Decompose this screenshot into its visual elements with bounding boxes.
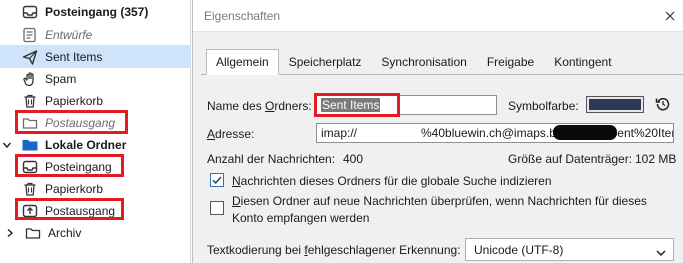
folder-label: Posteingang [45, 159, 112, 174]
folder-item-trash[interactable]: Papierkorb [0, 89, 191, 112]
checkmark-icon [212, 176, 222, 185]
folder-item-sent[interactable]: Sent Items [0, 45, 191, 68]
folder-label: Postausgang [45, 115, 116, 130]
dialog-title: Eigenschaften [204, 9, 281, 23]
folder-item-spam[interactable]: Spam [0, 67, 191, 90]
properties-dialog: Eigenschaften Allgemein Speicherplatz Sy… [192, 0, 683, 263]
folder-item-inbox[interactable]: Posteingang (357) [0, 0, 191, 23]
folder-label: Archiv [48, 225, 82, 240]
inbox-icon [22, 159, 38, 175]
folder-icon [25, 225, 41, 241]
folder-item-local-trash[interactable]: Papierkorb [0, 177, 191, 200]
disk-size-label: Größe auf Datenträger: [508, 152, 633, 166]
tab-general[interactable]: Allgemein [206, 49, 279, 75]
folder-label: Papierkorb [45, 93, 104, 108]
address-field[interactable]: imap://%40bluewin.ch@imaps.bluewin.ch/Se… [316, 123, 674, 143]
close-button[interactable] [659, 6, 681, 26]
encoding-select[interactable]: Unicode (UTF-8) [465, 238, 674, 261]
folder-item-outbox[interactable]: Postausgang [0, 111, 191, 134]
tab-sharing[interactable]: Freigabe [477, 49, 544, 75]
address-label: Adresse: [207, 127, 255, 141]
dialog-titlebar: Eigenschaften [193, 0, 683, 32]
folder-item-local-outbox[interactable]: Postausgang [0, 199, 191, 222]
color-swatch-fill [589, 99, 641, 110]
global-search-label[interactable]: Nachrichten dieses Ordners für die globa… [232, 174, 552, 188]
redaction-mark [553, 125, 617, 140]
encoding-label: Textkodierung bei fehlgeschlagener Erken… [207, 243, 461, 257]
folder-label: Sent Items [45, 49, 103, 64]
drafts-icon [22, 27, 38, 43]
chevron-right-icon[interactable] [4, 227, 16, 239]
outbox-icon [22, 203, 38, 219]
folder-name-input[interactable]: Sent Items [316, 95, 497, 115]
chevron-down-icon[interactable] [1, 139, 13, 151]
folder-name-label: Name des Ordners: [207, 99, 312, 113]
spam-icon [22, 71, 38, 87]
check-new-messages-label-line2: Konto empfangen werden [232, 211, 370, 225]
folder-icon [22, 115, 38, 131]
folder-pane: Posteingang (357) Entwürfe Sent Items Sp… [0, 0, 191, 263]
folder-label: Spam [45, 71, 77, 86]
disk-size-value: 102 MB [635, 152, 677, 166]
reset-icon [655, 97, 670, 111]
folder-label: Lokale Ordner [45, 137, 127, 152]
folder-label: Papierkorb [45, 181, 104, 196]
local-folder-icon [22, 137, 38, 153]
tab-bar: Allgemein Speicherplatz Synchronisation … [206, 49, 622, 75]
tab-synchronization[interactable]: Synchronisation [371, 49, 476, 75]
tab-quota[interactable]: Kontingent [544, 49, 621, 75]
reset-color-button[interactable] [654, 95, 672, 113]
folder-label: Posteingang (357) [45, 4, 149, 19]
check-new-messages-label[interactable]: Diesen Ordner auf neue Nachrichten überp… [232, 194, 647, 208]
global-search-checkbox[interactable] [210, 173, 224, 187]
sent-icon [22, 49, 38, 65]
tab-storage[interactable]: Speicherplatz [279, 49, 372, 75]
chevron-down-icon [656, 246, 666, 260]
message-count-label: Anzahl der Nachrichten: [207, 152, 336, 166]
folder-item-archive[interactable]: Archiv [0, 221, 191, 244]
icon-color-label: Symbolfarbe: [508, 99, 579, 113]
folder-item-local-folders[interactable]: Lokale Ordner [0, 133, 191, 156]
inbox-icon [22, 4, 38, 20]
folder-label: Postausgang [45, 203, 116, 218]
folder-item-local-inbox[interactable]: Posteingang [0, 155, 191, 178]
folder-label: Entwürfe [45, 27, 93, 42]
trash-icon [22, 181, 38, 197]
icon-color-picker[interactable] [586, 96, 644, 113]
check-new-messages-checkbox[interactable] [210, 201, 224, 215]
encoding-value: Unicode (UTF-8) [474, 243, 564, 257]
close-icon [665, 11, 675, 21]
trash-icon [22, 93, 38, 109]
folder-item-drafts[interactable]: Entwürfe [0, 23, 191, 46]
message-count-value: 400 [343, 152, 364, 166]
